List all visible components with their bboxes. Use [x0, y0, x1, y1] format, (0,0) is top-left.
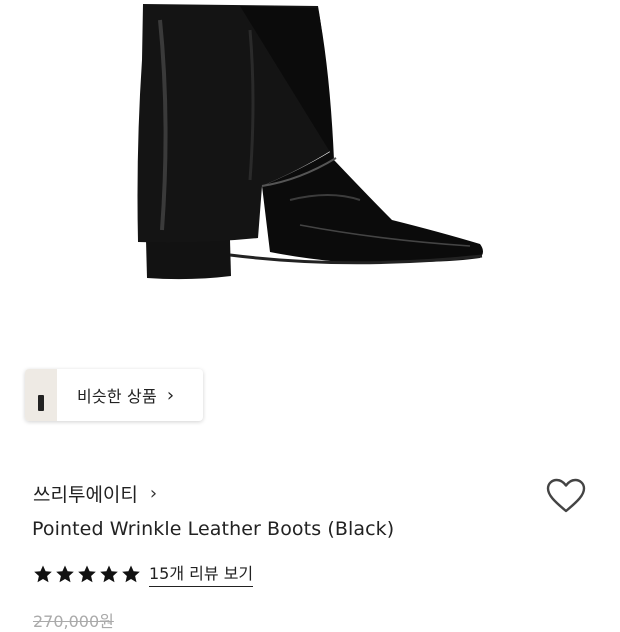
review-link[interactable]: 15개 리뷰 보기 [149, 560, 254, 587]
star-filled-icon [78, 565, 96, 582]
boot-image [137, 4, 483, 280]
similar-products-button[interactable]: 비슷한 상품 › [25, 369, 203, 421]
star-filled-icon [56, 565, 74, 582]
product-image[interactable] [0, 0, 620, 345]
star-filled-icon [122, 565, 140, 582]
similar-products-label: 비슷한 상품 [77, 387, 157, 406]
brand-link[interactable]: 쓰리투에이티 › [33, 480, 157, 507]
original-price: 270,000원 [33, 612, 114, 631]
brand-name: 쓰리투에이티 [33, 484, 138, 506]
mini-boot-image [38, 395, 44, 411]
chevron-right-icon: › [166, 384, 175, 406]
heart-outline-icon[interactable] [546, 478, 586, 514]
rating-stars [33, 564, 141, 584]
rating-row: 15개 리뷰 보기 [33, 560, 254, 587]
star-filled-icon [100, 565, 118, 582]
product-title: Pointed Wrinkle Leather Boots (Black) [32, 518, 395, 540]
chevron-right-icon: › [149, 483, 158, 504]
star-filled-icon [34, 565, 52, 582]
similar-product-thumbnail [25, 369, 57, 421]
